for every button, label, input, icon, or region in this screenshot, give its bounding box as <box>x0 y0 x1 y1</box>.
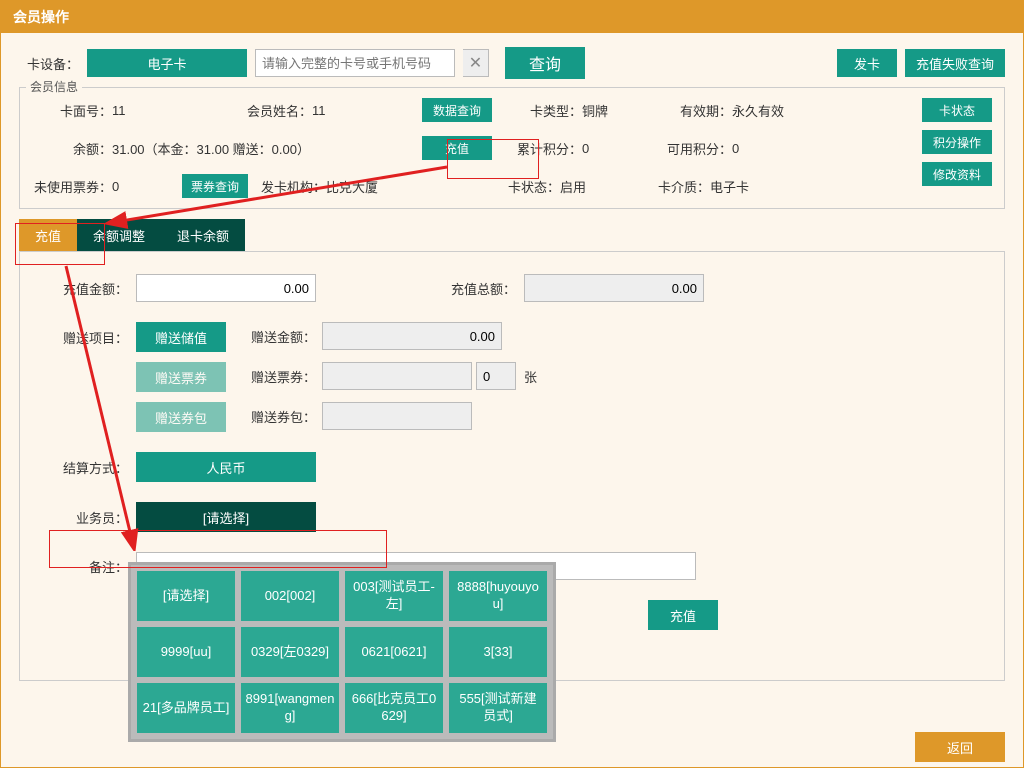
member-info-fieldset: 会员信息 卡面号： 11 会员姓名： 11 数据查询 卡类型： 铜牌 有效期： … <box>19 87 1005 209</box>
unused-coupon-label: 未使用票券： <box>32 177 112 196</box>
edit-info-button[interactable]: 修改资料 <box>922 162 992 186</box>
recharge-fail-query-button[interactable]: 充值失败查询 <box>905 49 1005 77</box>
avail-points-value: 0 <box>732 141 739 156</box>
gift-pack-label: 赠送券包： <box>244 407 316 426</box>
salesman-option[interactable]: 8991[wangmeng] <box>241 683 339 733</box>
card-type-label: 卡类型： <box>512 101 582 120</box>
salesman-label: 业务员： <box>48 508 128 527</box>
clear-search-button[interactable]: ✕ <box>463 49 489 77</box>
footer: 返回 <box>1 727 1023 767</box>
card-no-label: 卡面号： <box>32 101 112 120</box>
tab-refund[interactable]: 退卡余额 <box>161 219 245 251</box>
points-label: 累计积分： <box>512 139 582 158</box>
data-query-button[interactable]: 数据查询 <box>422 98 492 122</box>
gift-amount-input <box>322 322 502 350</box>
query-button[interactable]: 查询 <box>505 47 585 79</box>
salesman-option[interactable]: 9999[uu] <box>137 627 235 677</box>
card-status-label: 卡状态： <box>490 177 560 196</box>
salesman-option[interactable]: 555[测试新建员式] <box>449 683 547 733</box>
salesman-option[interactable]: 002[002] <box>241 571 339 621</box>
info-side-buttons: 卡状态 积分操作 修改资料 <box>922 98 992 198</box>
card-medium-label: 卡介质： <box>640 177 710 196</box>
expiry-value: 永久有效 <box>732 101 784 120</box>
back-button[interactable]: 返回 <box>915 732 1005 762</box>
tab-balance-adjust[interactable]: 余额调整 <box>77 219 161 251</box>
member-name-value: 11 <box>312 103 412 118</box>
salesman-option[interactable]: 666[比克员工0629] <box>345 683 443 733</box>
salesman-option[interactable]: 8888[huyouyou] <box>449 571 547 621</box>
gift-amount-label: 赠送金额： <box>244 327 316 346</box>
recharge-amount-label: 充值金额： <box>48 279 128 298</box>
issuer-value: 比克大厦 <box>326 177 470 196</box>
titlebar: 会员操作 <box>1 1 1023 33</box>
card-status-value: 启用 <box>560 177 640 196</box>
points-value: 0 <box>582 141 662 156</box>
gift-coupon-button[interactable]: 赠送票券 <box>136 362 226 392</box>
sheet-unit-label: 张 <box>524 367 537 386</box>
recharge-amount-input[interactable] <box>136 274 316 302</box>
recharge-submit-button[interactable]: 充值 <box>648 600 718 630</box>
gift-pack-button[interactable]: 赠送券包 <box>136 402 226 432</box>
card-no-value: 11 <box>112 103 242 118</box>
salesman-option[interactable]: 0329[左0329] <box>241 627 339 677</box>
balance-label: 余额： <box>32 139 112 158</box>
gift-items-label: 赠送项目： <box>48 322 128 347</box>
card-type-value: 铜牌 <box>582 101 662 120</box>
salesman-option[interactable]: 3[33] <box>449 627 547 677</box>
gift-pack-input <box>322 402 472 430</box>
gift-store-button[interactable]: 赠送储值 <box>136 322 226 352</box>
recharge-form: 充值金额： 充值总额： 赠送项目： 赠送储值 赠送票券 赠送券包 赠送金额： <box>19 251 1005 681</box>
remark-label: 备注： <box>48 557 128 576</box>
top-toolbar: 卡设备： 电子卡 ✕ 查询 发卡 充值失败查询 <box>1 33 1023 87</box>
settle-method-select[interactable]: 人民币 <box>136 452 316 482</box>
card-search-input[interactable] <box>255 49 455 77</box>
window-title: 会员操作 <box>13 9 69 25</box>
salesman-option[interactable]: 003[测试员工-左] <box>345 571 443 621</box>
member-name-label: 会员姓名： <box>242 101 312 120</box>
salesman-option[interactable]: [请选择] <box>137 571 235 621</box>
salesman-option[interactable]: 0621[0621] <box>345 627 443 677</box>
device-select-button[interactable]: 电子卡 <box>87 49 247 77</box>
settle-method-label: 结算方式： <box>48 458 128 477</box>
member-info-legend: 会员信息 <box>26 78 82 95</box>
unused-coupon-value: 0 <box>112 179 182 194</box>
tab-recharge[interactable]: 充值 <box>19 219 77 251</box>
expiry-label: 有效期： <box>662 101 732 120</box>
gift-coupon-label: 赠送票券： <box>244 367 316 386</box>
recharge-total-label: 充值总额： <box>436 279 516 298</box>
coupon-query-button[interactable]: 票券查询 <box>182 174 248 198</box>
gift-coupon-qty-input <box>476 362 516 390</box>
issue-card-button[interactable]: 发卡 <box>837 49 897 77</box>
recharge-total-input <box>524 274 704 302</box>
points-ops-button[interactable]: 积分操作 <box>922 130 992 154</box>
salesman-option[interactable]: 21[多品牌员工] <box>137 683 235 733</box>
balance-value: 31.00（本金：31.00 赠送：0.00） <box>112 139 412 158</box>
salesman-dropdown: [请选择]002[002]003[测试员工-左]8888[huyouyou] 99… <box>128 562 556 742</box>
salesman-select[interactable]: [请选择] <box>136 502 316 532</box>
tabs: 充值 余额调整 退卡余额 <box>19 219 1023 251</box>
avail-points-label: 可用积分： <box>662 139 732 158</box>
member-ops-window: 会员操作 卡设备： 电子卡 ✕ 查询 发卡 充值失败查询 会员信息 卡面号： 1… <box>0 0 1024 768</box>
recharge-small-button[interactable]: 充值 <box>422 136 492 160</box>
gift-coupon-input <box>322 362 472 390</box>
card-status-button[interactable]: 卡状态 <box>922 98 992 122</box>
issuer-label: 发卡机构： <box>254 177 326 196</box>
device-label: 卡设备： <box>19 54 79 73</box>
card-medium-value: 电子卡 <box>710 177 749 196</box>
